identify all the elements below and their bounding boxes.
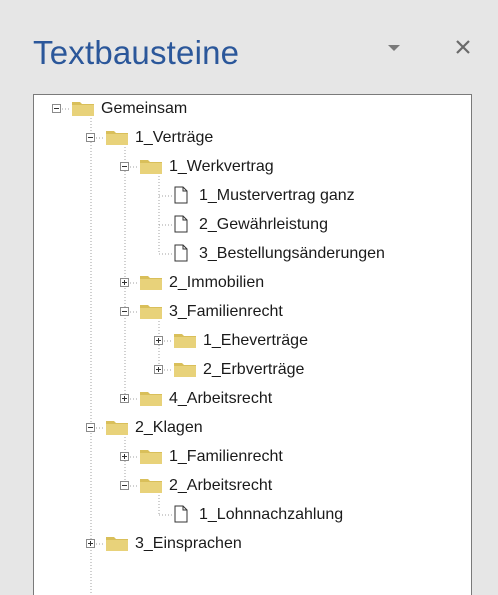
tree-node-2-immobilien[interactable]: 2_Immobilien — [34, 273, 471, 293]
tree-node-3-einsprachen[interactable]: 3_Einsprachen — [34, 534, 471, 554]
tree-node-2-arbeitsrecht[interactable]: 2_Arbeitsrecht — [34, 476, 471, 496]
collapse-icon[interactable] — [120, 307, 129, 316]
minus-icon — [88, 137, 93, 138]
tree-node-1-mustervertrag-ganz[interactable]: 1_Mustervertrag ganz — [34, 186, 471, 206]
expand-icon[interactable] — [154, 336, 163, 345]
tree-node-label: 2_Arbeitsrecht — [169, 477, 273, 494]
tree-node-label: 3_Bestellungsänderungen — [199, 245, 385, 262]
folder-icon — [173, 332, 197, 349]
tree-node-label: 1_Eheverträge — [203, 332, 308, 349]
document-icon — [174, 186, 188, 204]
tree-node-label: 2_Immobilien — [169, 274, 265, 291]
collapse-icon[interactable] — [86, 423, 95, 432]
folder-icon — [105, 129, 129, 146]
tree-node-label: 4_Arbeitsrecht — [169, 390, 273, 407]
tree-node-1-eheverträge[interactable]: 1_Eheverträge — [34, 331, 471, 351]
folder-icon — [105, 419, 129, 436]
minus-icon — [88, 427, 93, 428]
caret-down-icon[interactable] — [384, 38, 404, 58]
minus-icon — [54, 108, 59, 109]
folder-icon — [139, 390, 163, 407]
tree-node-1-verträge[interactable]: 1_Verträge — [34, 128, 471, 148]
tree-node-label: 1_Familienrecht — [169, 448, 283, 465]
tree-node-2-gewährleistung[interactable]: 2_Gewährleistung — [34, 215, 471, 235]
tree-node-label: 2_Erbverträge — [203, 361, 305, 378]
pane-title: Textbausteine — [33, 34, 240, 71]
expand-icon[interactable] — [154, 365, 163, 374]
tree-node-label: 2_Gewährleistung — [199, 216, 328, 233]
tree-node-label: 2_Klagen — [135, 419, 203, 436]
plus-icon — [156, 367, 161, 372]
close-icon[interactable] — [452, 36, 474, 58]
tree-node-label: 3_Familienrecht — [169, 303, 283, 320]
folder-icon — [105, 535, 129, 552]
folder-icon — [139, 158, 163, 175]
tree-node-label: 1_Mustervertrag ganz — [199, 187, 355, 204]
plus-icon — [88, 541, 93, 546]
expand-icon[interactable] — [120, 452, 129, 461]
plus-icon — [122, 454, 127, 459]
tree-node-4-arbeitsrecht[interactable]: 4_Arbeitsrecht — [34, 389, 471, 409]
minus-icon — [122, 311, 127, 312]
tree-node-3-bestellungsänderungen[interactable]: 3_Bestellungsänderungen — [34, 244, 471, 264]
minus-icon — [122, 166, 127, 167]
textbaustein-tree[interactable]: Gemeinsam 1_Verträge 1_Werkvertrag 1_Muster… — [33, 94, 472, 595]
expand-icon[interactable] — [120, 394, 129, 403]
tree-node-label: 1_Verträge — [135, 129, 214, 146]
folder-icon — [173, 361, 197, 378]
document-icon — [174, 215, 188, 233]
expand-icon[interactable] — [120, 278, 129, 287]
tree-node-3-familienrecht[interactable]: 3_Familienrecht — [34, 302, 471, 322]
document-icon — [174, 244, 188, 262]
folder-icon — [71, 100, 95, 117]
collapse-icon[interactable] — [120, 481, 129, 490]
collapse-icon[interactable] — [86, 133, 95, 142]
document-icon — [174, 505, 188, 523]
folder-icon — [139, 303, 163, 320]
tree-node-label: 3_Einsprachen — [135, 535, 242, 552]
tree-node-2-klagen[interactable]: 2_Klagen — [34, 418, 471, 438]
plus-icon — [122, 396, 127, 401]
folder-icon — [139, 274, 163, 291]
tree-node-label: Gemeinsam — [101, 100, 188, 117]
minus-icon — [122, 485, 127, 486]
plus-icon — [156, 338, 161, 343]
folder-icon — [139, 448, 163, 465]
task-pane-header: Textbausteine — [0, 0, 498, 94]
tree-node-1-familienrecht[interactable]: 1_Familienrecht — [34, 447, 471, 467]
plus-icon — [122, 280, 127, 285]
tree-node-1-lohnnachzahlung[interactable]: 1_Lohnnachzahlung — [34, 505, 471, 525]
tree-node-1-werkvertrag[interactable]: 1_Werkvertrag — [34, 157, 471, 177]
expand-icon[interactable] — [86, 539, 95, 548]
tree-node-label: 1_Lohnnachzahlung — [199, 506, 344, 523]
folder-icon — [139, 477, 163, 494]
tree-node-gemeinsam[interactable]: Gemeinsam — [34, 99, 471, 119]
collapse-icon[interactable] — [120, 162, 129, 171]
collapse-icon[interactable] — [52, 104, 61, 113]
tree-node-2-erbverträge[interactable]: 2_Erbverträge — [34, 360, 471, 380]
tree-node-label: 1_Werkvertrag — [169, 158, 274, 175]
